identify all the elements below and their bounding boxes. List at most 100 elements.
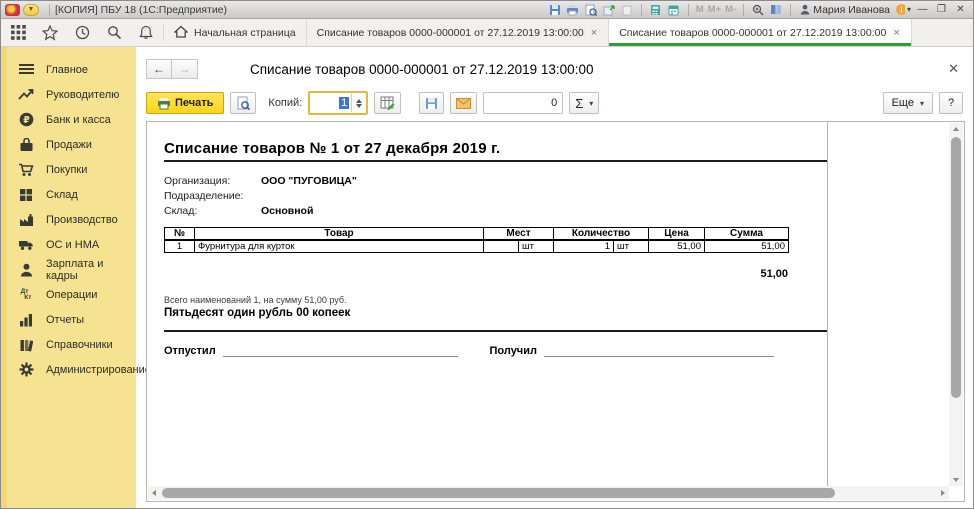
spin-down-icon[interactable]	[356, 104, 362, 108]
save-button[interactable]	[419, 92, 444, 114]
email-button[interactable]	[450, 92, 477, 114]
scroll-right-icon[interactable]	[941, 490, 945, 496]
home-icon	[174, 25, 188, 41]
sigma-button[interactable]: Σ▾	[569, 92, 599, 114]
current-user[interactable]: Мария Иванова	[800, 4, 890, 16]
help-button[interactable]: ?	[939, 92, 963, 114]
memory-m-button: M	[696, 4, 704, 15]
horizontal-scrollbar-thumb[interactable]	[162, 488, 835, 498]
svg-text:i: i	[900, 6, 902, 15]
col-item: Товар	[195, 228, 484, 241]
tab-label: Списание товаров 0000-000001 от 27.12.20…	[619, 27, 886, 39]
cell-item: Фурнитура для курток	[195, 240, 484, 253]
form-title: Списание товаров 0000-000001 от 27.12.20…	[250, 62, 593, 77]
sidebar-item-label: Руководителю	[46, 89, 119, 101]
vertical-scrollbar[interactable]	[949, 123, 963, 486]
form-close-icon[interactable]: ✕	[944, 61, 963, 77]
spin-up-icon[interactable]	[356, 99, 362, 103]
calendar-icon[interactable]	[666, 3, 682, 17]
more-button[interactable]: Еще▾	[883, 92, 933, 114]
sidebar-item-administration[interactable]: Администрирование	[1, 357, 136, 382]
form-panel: ← → Списание товаров 0000-000001 от 27.1…	[136, 47, 973, 508]
document-title: Списание товаров № 1 от 27 декабря 2019 …	[164, 140, 949, 157]
vertical-scrollbar-thumb[interactable]	[951, 137, 961, 398]
sidebar-item-purchases[interactable]: Покупки	[1, 157, 136, 182]
sidebar-item-catalogs[interactable]: Справочники	[1, 332, 136, 357]
print-preview-icon[interactable]	[583, 3, 599, 17]
cell-price: 51,00	[649, 240, 705, 253]
sidebar-item-bank-cash[interactable]: ₽ Банк и касса	[1, 107, 136, 132]
scroll-up-icon[interactable]	[953, 127, 959, 131]
total-sum: 51,00	[164, 268, 788, 280]
divider	[49, 4, 50, 16]
envelope-icon	[456, 98, 471, 109]
sidebar-item-operations[interactable]: Дт Кт Операции	[1, 282, 136, 307]
sidebar-item-reports[interactable]: Отчеты	[1, 307, 136, 332]
info-icon[interactable]: i▾	[895, 3, 911, 17]
sum-field[interactable]: 0	[483, 92, 563, 114]
cell-num: 1	[165, 240, 195, 253]
favorites-icon[interactable]	[41, 24, 59, 42]
cell-qty-unit: шт	[614, 240, 649, 253]
calculator-icon[interactable]	[648, 3, 664, 17]
tab-close-icon[interactable]: ×	[590, 27, 598, 39]
floppy-icon	[425, 97, 438, 110]
sidebar-item-label: Банк и касса	[46, 114, 111, 126]
forward-button[interactable]: →	[172, 59, 198, 79]
tab-document-2-active[interactable]: Списание товаров 0000-000001 от 27.12.20…	[609, 19, 912, 46]
divider	[641, 4, 642, 16]
sidebar-item-payroll-hr[interactable]: Зарплата и кадры	[1, 257, 136, 282]
sidebar-item-main[interactable]: Главное	[1, 57, 136, 82]
sidebar-item-production[interactable]: Производство	[1, 207, 136, 232]
main-menu-button[interactable]: ▼	[23, 4, 39, 16]
horizontal-scrollbar[interactable]	[148, 486, 949, 500]
tab-document-1[interactable]: Списание товаров 0000-000001 от 27.12.20…	[307, 19, 610, 46]
save-icon[interactable]	[547, 3, 563, 17]
copies-spin-buttons[interactable]	[351, 94, 365, 112]
zoom-icon[interactable]	[750, 3, 766, 17]
table-settings-button[interactable]	[374, 92, 401, 114]
cart-icon	[18, 162, 34, 178]
goods-table-header-row: № Товар Мест Количество Цена Сумма	[165, 228, 789, 241]
tab-home[interactable]: Начальная страница	[164, 19, 307, 46]
form-toolbar: Печать Копий: 1	[136, 87, 973, 119]
preview-icon	[236, 96, 250, 110]
restore-button[interactable]: ❐	[933, 3, 950, 17]
form-header: ← → Списание товаров 0000-000001 от 27.1…	[136, 47, 973, 87]
org-label: Организация:	[164, 175, 261, 187]
tab-close-icon[interactable]: ×	[892, 27, 900, 39]
history-icon[interactable]	[73, 24, 91, 42]
tab-label: Списание товаров 0000-000001 от 27.12.20…	[317, 27, 584, 39]
scroll-left-icon[interactable]	[152, 490, 156, 496]
sidebar-item-label: ОС и НМА	[46, 239, 99, 251]
chevron-down-icon: ▾	[589, 99, 593, 108]
preview-button[interactable]	[230, 92, 256, 114]
sidebar-item-manager[interactable]: Руководителю	[1, 82, 136, 107]
sidebar-item-warehouse[interactable]: Склад	[1, 182, 136, 207]
copy-icon	[619, 3, 635, 17]
divider	[688, 4, 689, 16]
notifications-icon[interactable]	[137, 24, 155, 42]
close-button[interactable]: ✕	[952, 3, 969, 17]
print-button[interactable]: Печать	[146, 92, 224, 114]
goods-table-row: 1 Фурнитура для курток шт 1 шт 51,00 51,…	[165, 240, 789, 253]
back-button[interactable]: ←	[146, 59, 172, 79]
document-fields: Организация:ООО "ПУГОВИЦА" Подразделение…	[164, 173, 949, 218]
person-icon	[18, 262, 34, 278]
print-icon[interactable]	[565, 3, 581, 17]
copies-input[interactable]: 1	[311, 94, 351, 112]
sidebar-item-label: Администрирование	[46, 364, 151, 376]
split-view-icon[interactable]	[768, 3, 784, 17]
copies-spinner[interactable]: 1	[308, 91, 368, 115]
search-icon[interactable]	[105, 24, 123, 42]
send-icon[interactable]	[601, 3, 617, 17]
services-menu-icon[interactable]	[9, 24, 27, 42]
org-value: ООО "ПУГОВИЦА"	[261, 175, 357, 187]
minimize-button[interactable]: —	[914, 3, 931, 17]
sidebar-item-sales[interactable]: Продажи	[1, 132, 136, 157]
summary-line: Всего наименований 1, на сумму 51,00 руб…	[164, 295, 949, 305]
col-quantity: Количество	[554, 228, 649, 241]
more-button-label: Еще	[892, 97, 914, 109]
sidebar-item-fixed-assets[interactable]: ОС и НМА	[1, 232, 136, 257]
scroll-down-icon[interactable]	[953, 478, 959, 482]
